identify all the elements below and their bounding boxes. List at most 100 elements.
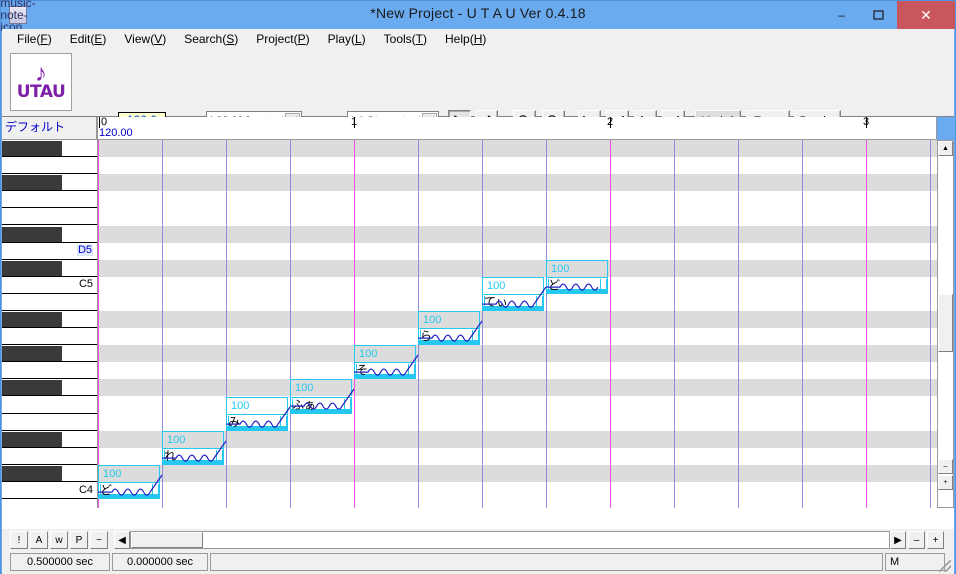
- piano-key-black[interactable]: [2, 226, 62, 242]
- maximize-button[interactable]: [860, 1, 897, 29]
- pitch-curve: [226, 406, 291, 428]
- status-mode: M: [885, 553, 945, 571]
- minimize-button[interactable]: –: [823, 1, 860, 29]
- menu-file-label: File: [17, 31, 37, 46]
- menu-view-mnemonic: V: [154, 31, 163, 46]
- horizontal-scrollbar[interactable]: [130, 531, 890, 549]
- status-message: [210, 553, 883, 571]
- note-grid[interactable]: 100 ど 100 れ 100 み 100 ふぁ 100 そ 100 ら 100 てぃ 100 ど: [97, 140, 937, 508]
- piano-key-black[interactable]: [2, 431, 62, 447]
- piano-key[interactable]: [2, 191, 97, 209]
- menu-play[interactable]: Play(L): [319, 30, 375, 48]
- piano-key[interactable]: [2, 293, 97, 311]
- piano-key[interactable]: [2, 362, 97, 380]
- beat-line: [290, 140, 291, 508]
- title-bar: music-note-icon *New Project - U T A U V…: [0, 0, 955, 33]
- piano-roll-editor: デフォルト 120.00 0 1 2 3 D5 C5 C4 100 ど 100 れ 100 み…: [2, 117, 954, 529]
- piano-key[interactable]: [2, 208, 97, 226]
- ruler-tick-0: [99, 117, 100, 128]
- menu-file[interactable]: File(F): [8, 30, 61, 48]
- w-button[interactable]: w: [50, 531, 68, 549]
- menu-project-label: Project: [256, 31, 294, 46]
- piano-keyboard[interactable]: D5 C5 C4: [2, 140, 97, 508]
- measure-line: [610, 140, 611, 508]
- grid-row[interactable]: [98, 140, 937, 158]
- grid-row[interactable]: [98, 242, 937, 260]
- grid-row[interactable]: [98, 396, 937, 414]
- tilde-button[interactable]: ~: [90, 531, 108, 549]
- scroll-up-button[interactable]: ▲: [938, 141, 953, 156]
- horizontal-scroll-thumb[interactable]: [131, 532, 203, 548]
- measure-ruler[interactable]: 120.00 0 1 2 3: [97, 117, 937, 140]
- piano-key-black[interactable]: [2, 312, 62, 328]
- grid-row[interactable]: [98, 174, 937, 192]
- pitch-curve: [98, 474, 163, 496]
- status-bar: 0.500000 sec 0.000000 sec M: [2, 551, 954, 574]
- piano-key-black[interactable]: [2, 465, 62, 481]
- vzoom-in-button[interactable]: +: [938, 475, 953, 490]
- pitch-curve: [354, 354, 419, 376]
- piano-key-black[interactable]: [2, 346, 62, 362]
- beat-line: [674, 140, 675, 508]
- alert-button[interactable]: !: [10, 531, 28, 549]
- utau-main-window: music-note-icon *New Project - U T A U V…: [0, 0, 956, 574]
- vertical-scrollbar[interactable]: ▲ – +: [937, 140, 954, 508]
- scroll-right-button[interactable]: ▶: [890, 531, 906, 549]
- piano-key-black[interactable]: [2, 380, 62, 396]
- ruler-tempo-label: 120.00: [99, 127, 133, 139]
- menu-view-label: View: [124, 31, 151, 46]
- menu-play-label: Play: [327, 31, 351, 46]
- menu-edit[interactable]: Edit(E): [61, 30, 116, 48]
- grid-row[interactable]: [98, 225, 937, 243]
- piano-key[interactable]: [2, 157, 97, 175]
- grid-row[interactable]: [98, 259, 937, 277]
- menu-view[interactable]: View(V): [115, 30, 175, 48]
- grid-row[interactable]: [98, 413, 937, 431]
- grid-row[interactable]: [98, 208, 937, 226]
- piano-key-label: D5: [76, 244, 93, 257]
- piano-key-black[interactable]: [2, 175, 62, 191]
- measure-line: [354, 140, 355, 508]
- pitch-curve: [162, 440, 227, 462]
- ruler-mark-1: 1: [351, 117, 358, 128]
- grid-row[interactable]: [98, 362, 937, 380]
- a-button[interactable]: A: [30, 531, 48, 549]
- utau-logo: ♪ UTAU: [10, 53, 72, 111]
- grid-row[interactable]: [98, 157, 937, 175]
- resize-grip[interactable]: [939, 560, 951, 572]
- piano-key[interactable]: [2, 447, 97, 465]
- piano-key[interactable]: [2, 328, 97, 346]
- piano-key[interactable]: [2, 413, 97, 431]
- menu-tools[interactable]: Tools(T): [375, 30, 436, 48]
- piano-key[interactable]: [2, 396, 97, 414]
- status-time-1: 0.500000 sec: [10, 553, 110, 571]
- piano-key-black[interactable]: [2, 141, 62, 157]
- track-name-header[interactable]: デフォルト: [2, 117, 97, 140]
- close-button[interactable]: ✕: [897, 1, 955, 29]
- menu-project[interactable]: Project(P): [247, 30, 318, 48]
- grid-row[interactable]: [98, 191, 937, 209]
- vzoom-out-button[interactable]: –: [938, 459, 953, 474]
- grid-row[interactable]: [98, 482, 937, 500]
- hzoom-out-button[interactable]: –: [908, 531, 925, 549]
- menu-edit-label: Edit: [69, 31, 91, 46]
- vertical-scroll-thumb[interactable]: [938, 294, 953, 352]
- grid-row[interactable]: [98, 379, 937, 397]
- scroll-left-button[interactable]: ◀: [114, 531, 130, 549]
- menu-help-label: Help: [445, 31, 470, 46]
- maximize-icon: [873, 9, 884, 20]
- menu-project-mnemonic: P: [297, 31, 306, 46]
- grid-row[interactable]: [98, 345, 937, 363]
- menu-help[interactable]: Help(H): [436, 30, 495, 48]
- grid-row[interactable]: [98, 328, 937, 346]
- piano-key[interactable]: [2, 499, 97, 508]
- p-button[interactable]: P: [70, 531, 88, 549]
- window-controls: – ✕: [823, 1, 955, 29]
- menu-search[interactable]: Search(S): [175, 30, 247, 48]
- measure-line: [866, 140, 867, 508]
- piano-key-black[interactable]: [2, 260, 62, 276]
- beat-line: [930, 140, 931, 508]
- grid-row[interactable]: [98, 499, 937, 508]
- menu-edit-mnemonic: E: [94, 31, 103, 46]
- hzoom-in-button[interactable]: +: [927, 531, 944, 549]
